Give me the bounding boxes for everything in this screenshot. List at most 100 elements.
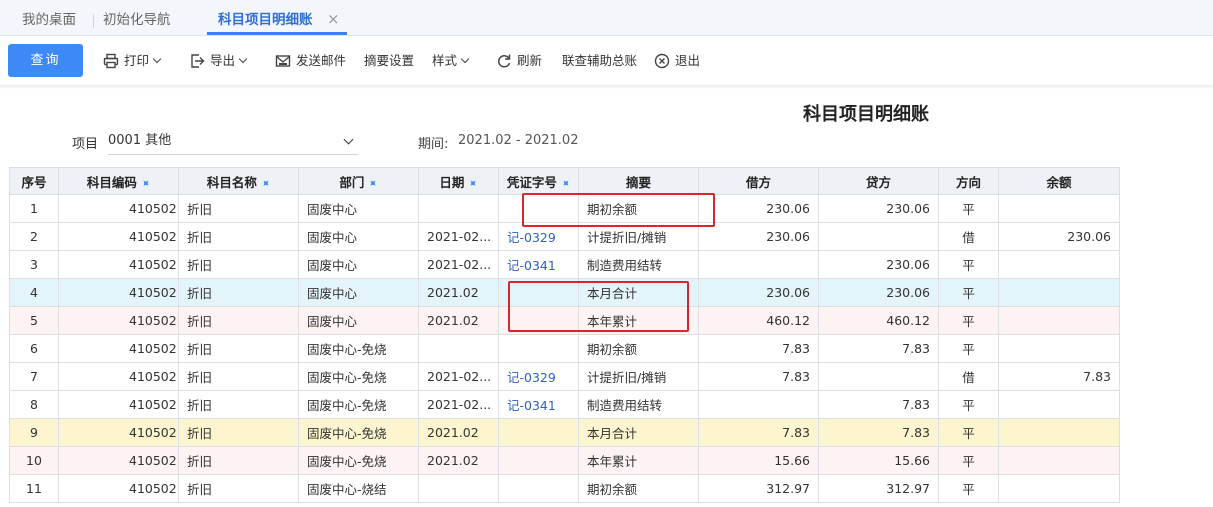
cell-voucher[interactable] bbox=[498, 306, 579, 335]
pin-icon[interactable]: ✦ bbox=[558, 175, 574, 191]
table-row[interactable]: 4 410502 折旧 固废中心 2021.02 本月合计 230.06 230.06 平 bbox=[9, 278, 1120, 307]
cell-date bbox=[418, 194, 499, 223]
cell-department: 固废中心 bbox=[298, 194, 419, 223]
cell-subject-name: 折旧 bbox=[178, 222, 299, 251]
col-header-debit: 借方 bbox=[698, 167, 819, 195]
table-row[interactable]: 3 410502 折旧 固废中心 2021-02... 记-0341 制造费用结转 230.0… bbox=[9, 250, 1120, 279]
cell-date: 2021-02... bbox=[418, 390, 499, 419]
pin-icon[interactable]: ✦ bbox=[365, 175, 381, 191]
cell-index: 11 bbox=[9, 474, 59, 503]
cell-credit: 460.12 bbox=[818, 306, 939, 335]
cell-debit: 230.06 bbox=[698, 194, 819, 223]
cell-index: 1 bbox=[9, 194, 59, 223]
col-header-department[interactable]: 部门✦ bbox=[298, 167, 419, 195]
cell-subject-name: 折旧 bbox=[178, 418, 299, 447]
table-row[interactable]: 2 410502 折旧 固废中心 2021-02... 记-0329 计提折旧/摊销 230.… bbox=[9, 222, 1120, 251]
project-select[interactable]: 0001 其他 bbox=[108, 129, 358, 155]
table-row[interactable]: 8 410502 折旧 固废中心-免烧 2021-02... 记-0341 制造费用结转 7.… bbox=[9, 390, 1120, 419]
cell-balance: 7.83 bbox=[998, 362, 1120, 391]
cell-subject-code: 410502 bbox=[58, 474, 179, 503]
close-icon[interactable]: × bbox=[327, 12, 340, 27]
table-row[interactable]: 7 410502 折旧 固废中心-免烧 2021-02... 记-0329 计提折旧/摊销 7… bbox=[9, 362, 1120, 391]
send-mail-button[interactable]: 发送邮件 bbox=[275, 51, 346, 71]
tab-subject-project-ledger[interactable]: 科目项目明细账 bbox=[207, 0, 347, 35]
style-button[interactable]: 样式 bbox=[432, 51, 470, 71]
cell-balance bbox=[998, 474, 1120, 503]
chevron-down-icon bbox=[152, 54, 162, 64]
report-title: 科目项目明细账 bbox=[803, 104, 929, 125]
refresh-button[interactable]: 刷新 bbox=[496, 51, 542, 71]
table-row[interactable]: 10 410502 折旧 固废中心-免烧 2021.02 本年累计 15.66 15.66 平 bbox=[9, 446, 1120, 475]
cell-summary: 制造费用结转 bbox=[578, 250, 699, 279]
table-row[interactable]: 5 410502 折旧 固废中心 2021.02 本年累计 460.12 460.12 平 bbox=[9, 306, 1120, 335]
cell-credit: 230.06 bbox=[818, 250, 939, 279]
summary-settings-button[interactable]: 摘要设置 bbox=[364, 51, 414, 71]
table-row[interactable]: 11 410502 折旧 固废中心-烧结 期初余额 312.97 312.97 平 bbox=[9, 474, 1120, 503]
pin-icon[interactable]: ✦ bbox=[258, 175, 274, 191]
tab-init-nav[interactable]: 初始化导航 bbox=[103, 0, 171, 36]
cell-date: 2021.02 bbox=[418, 278, 499, 307]
col-header-subject-name[interactable]: 科目名称✦ bbox=[178, 167, 299, 195]
cell-subject-name: 折旧 bbox=[178, 194, 299, 223]
aux-ledger-button[interactable]: 联查辅助总账 bbox=[562, 51, 637, 71]
cell-index: 10 bbox=[9, 446, 59, 475]
cell-subject-name: 折旧 bbox=[178, 334, 299, 363]
cell-subject-code: 410502 bbox=[58, 390, 179, 419]
cell-summary: 期初余额 bbox=[578, 474, 699, 503]
cell-summary: 本月合计 bbox=[578, 418, 699, 447]
col-header-credit: 贷方 bbox=[818, 167, 939, 195]
cell-voucher[interactable] bbox=[498, 446, 579, 475]
export-button[interactable]: 导出 bbox=[190, 51, 248, 71]
tab-my-desktop[interactable]: 我的桌面 bbox=[22, 0, 76, 36]
cell-index: 7 bbox=[9, 362, 59, 391]
table-row[interactable]: 9 410502 折旧 固废中心-免烧 2021.02 本月合计 7.83 7.83 平 bbox=[9, 418, 1120, 447]
cell-voucher[interactable] bbox=[498, 334, 579, 363]
cell-voucher[interactable] bbox=[498, 418, 579, 447]
print-button[interactable]: 打印 bbox=[103, 51, 162, 71]
cell-debit: 230.06 bbox=[698, 278, 819, 307]
exit-button[interactable]: 退出 bbox=[654, 51, 700, 71]
cell-subject-code: 410502 bbox=[58, 418, 179, 447]
cell-voucher[interactable]: 记-0341 bbox=[498, 250, 579, 279]
cell-department: 固废中心-免烧 bbox=[298, 446, 419, 475]
exit-icon bbox=[654, 53, 670, 69]
refresh-icon bbox=[498, 54, 511, 68]
cell-balance bbox=[998, 306, 1120, 335]
cell-voucher[interactable]: 记-0329 bbox=[498, 362, 579, 391]
cell-debit bbox=[698, 390, 819, 419]
table-row[interactable]: 6 410502 折旧 固废中心-免烧 期初余额 7.83 7.83 平 bbox=[9, 334, 1120, 363]
cell-debit: 15.66 bbox=[698, 446, 819, 475]
cell-voucher[interactable] bbox=[498, 474, 579, 503]
mail-icon bbox=[275, 55, 291, 67]
cell-voucher[interactable]: 记-0341 bbox=[498, 390, 579, 419]
cell-subject-name: 折旧 bbox=[178, 362, 299, 391]
cell-summary: 本年累计 bbox=[578, 306, 699, 335]
cell-direction: 平 bbox=[938, 250, 999, 279]
send-mail-label: 发送邮件 bbox=[296, 53, 347, 68]
export-label: 导出 bbox=[210, 53, 236, 68]
col-header-subject-code[interactable]: 科目编码✦ bbox=[58, 167, 179, 195]
cell-voucher[interactable] bbox=[498, 278, 579, 307]
cell-voucher[interactable]: 记-0329 bbox=[498, 222, 579, 251]
cell-credit: 7.83 bbox=[818, 334, 939, 363]
cell-index: 9 bbox=[9, 418, 59, 447]
cell-subject-name: 折旧 bbox=[178, 250, 299, 279]
pin-icon[interactable]: ✦ bbox=[465, 175, 481, 191]
cell-subject-code: 410502 bbox=[58, 446, 179, 475]
export-icon bbox=[191, 54, 205, 68]
cell-voucher[interactable] bbox=[498, 194, 579, 223]
col-header-date[interactable]: 日期✦ bbox=[418, 167, 499, 195]
tab-bar: 我的桌面 初始化导航 科目项目明细账 × bbox=[0, 0, 1213, 36]
col-header-voucher[interactable]: 凭证字号✦ bbox=[498, 167, 579, 195]
exit-label: 退出 bbox=[675, 53, 701, 68]
cell-subject-code: 410502 bbox=[58, 194, 179, 223]
cell-department: 固废中心 bbox=[298, 278, 419, 307]
toolbar: 查询 打印 导出 发送邮件 摘要设置 样式 刷新 联查辅助总账 退出 bbox=[0, 37, 1213, 85]
cell-date: 2021.02 bbox=[418, 418, 499, 447]
table-row[interactable]: 1 410502 折旧 固废中心 期初余额 230.06 230.06 平 bbox=[9, 194, 1120, 223]
cell-summary: 本月合计 bbox=[578, 278, 699, 307]
period-value: 2021.02 - 2021.02 bbox=[458, 133, 579, 148]
query-button[interactable]: 查询 bbox=[8, 44, 83, 77]
pin-icon[interactable]: ✦ bbox=[138, 175, 154, 191]
cell-date: 2021-02... bbox=[418, 250, 499, 279]
